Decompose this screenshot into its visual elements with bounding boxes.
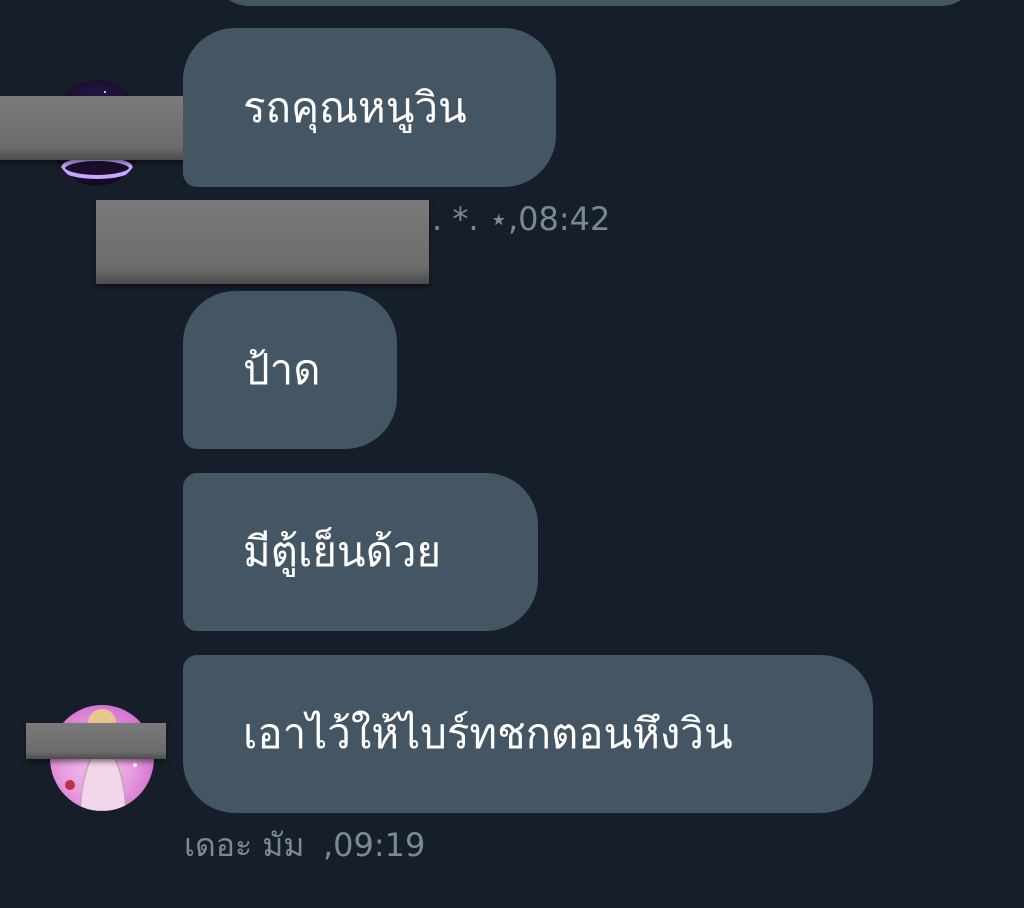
redacted-name-box bbox=[0, 96, 210, 160]
previous-message-bubble[interactable] bbox=[210, 0, 980, 6]
message-bubble-4[interactable]: เอาไว้ให้ไบร์ทชกตอนหึงวิน bbox=[183, 655, 873, 813]
message-bubble-3[interactable]: มีตู้เย็นด้วย bbox=[183, 473, 538, 631]
redacted-sender-box bbox=[96, 200, 429, 284]
message-text-1: รถคุณหนูวิน bbox=[243, 82, 467, 132]
message-text-4: เอาไว้ให้ไบร์ทชกตอนหึงวิน bbox=[243, 709, 733, 758]
message-text-2: ป้าด bbox=[243, 345, 321, 394]
message-text-3: มีตู้เย็นด้วย bbox=[243, 527, 442, 576]
message-bubble-2[interactable]: ป้าด bbox=[183, 291, 397, 449]
message-bubble-1[interactable]: รถคุณหนูวิน bbox=[183, 28, 556, 187]
chat-thread: รถคุณหนูวิน . *. ⋆ ,08:42 ป้าด มีตู้เย็น… bbox=[0, 0, 1024, 908]
sender-name-tail: . *. ⋆ bbox=[432, 200, 509, 238]
sender-name-second: เดอะ มัม bbox=[184, 826, 305, 864]
redacted-name-box-2 bbox=[26, 723, 166, 759]
timestamp-second: ,09:19 bbox=[323, 826, 426, 864]
timestamp-first: ,08:42 bbox=[508, 200, 611, 238]
